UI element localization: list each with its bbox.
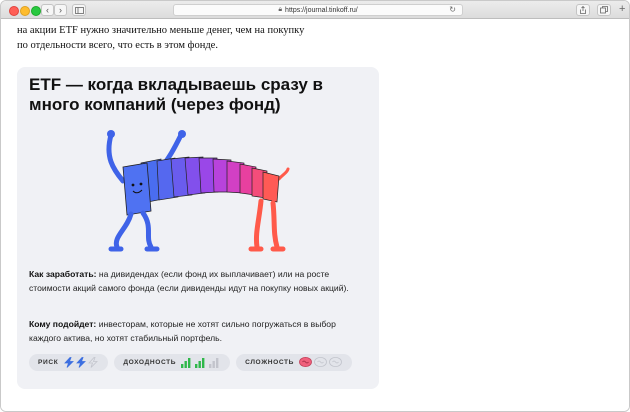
lock-icon: 🔒︎ [278,6,283,13]
lightning-icon [64,357,99,368]
yield-label: ДОХОДНОСТЬ [123,359,177,366]
lightning-filled-icon [76,357,87,368]
brain-empty-icon [314,357,327,367]
sidebar-icon [74,6,84,14]
tabs-overview-button[interactable] [597,4,611,16]
share-icon [580,6,586,14]
bar-chart-icon [181,358,219,368]
card-title: ETF — когда вкладываешь сразу в много ко… [29,75,323,114]
bar-chart-filled-icon [195,358,205,368]
browser-toolbar: ‹ › 🔒︎ https://journal.tinkoff.ru/ ↻ + [1,1,629,19]
forward-button[interactable]: › [54,4,67,16]
close-window-button[interactable] [9,6,19,16]
risk-label: РИСК [38,359,59,366]
chevron-left-icon: ‹ [46,5,49,15]
back-button[interactable]: ‹ [41,4,54,16]
chevron-right-icon: › [59,5,62,15]
etf-illustration [106,130,290,252]
brain-empty-icon [329,357,342,367]
address-bar[interactable]: 🔒︎ https://journal.tinkoff.ru/ ↻ [173,4,463,16]
browser-window: ‹ › 🔒︎ https://journal.tinkoff.ru/ ↻ + н… [0,0,630,412]
minimize-window-button[interactable] [20,6,30,16]
suits-paragraph: Кому подойдет: инвесторам, которые не хо… [29,317,369,345]
bar-chart-empty-icon [209,358,219,368]
bar-chart-filled-icon [181,358,191,368]
risk-badge: РИСК [29,354,109,371]
intro-paragraph: на акции ETF нужно значительно меньше де… [17,23,304,53]
complexity-label: СЛОЖНОСТЬ [245,359,295,366]
reload-icon[interactable]: ↻ [449,5,456,15]
zoom-window-button[interactable] [31,6,41,16]
tabs-icon [600,6,608,14]
brain-filled-icon [299,357,312,367]
metrics-row: РИСК ДОХОДНОСТЬ СЛОЖНОСТЬ [29,354,353,371]
brain-icon [299,357,342,367]
suits-label: Кому подойдет: [29,319,97,329]
yield-badge: ДОХОДНОСТЬ [114,354,231,371]
intro-line: на акции ETF нужно значительно меньше де… [17,25,305,36]
sidebar-button[interactable] [72,4,86,16]
earn-paragraph: Как заработать: на дивидендах (если фонд… [29,267,369,295]
share-button[interactable] [576,4,590,16]
intro-line: по отдельности всего, что есть в этом фо… [17,40,218,51]
complexity-badge: СЛОЖНОСТЬ [236,354,353,371]
lightning-empty-icon [88,357,99,368]
earn-label: Как заработать: [29,269,97,279]
url-text: https://journal.tinkoff.ru/ [285,6,358,14]
page-content: на акции ETF нужно значительно меньше де… [1,19,629,411]
etf-card: ETF — когда вкладываешь сразу в много ко… [17,67,379,389]
lightning-filled-icon [64,357,75,368]
new-tab-plus-icon[interactable]: + [619,3,625,15]
